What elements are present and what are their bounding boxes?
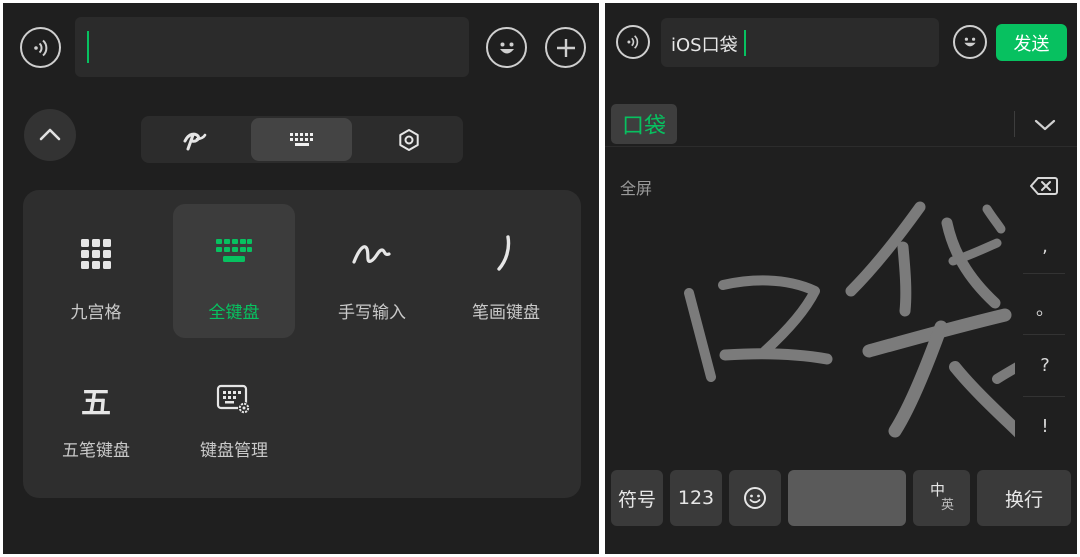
tab-sougou[interactable] — [141, 116, 249, 163]
keyboard-settings-icon — [213, 382, 255, 418]
mode-tab-bar — [141, 116, 463, 163]
chevron-down-icon — [1034, 119, 1056, 131]
option-label: 五笔键盘 — [62, 441, 130, 461]
numbers-key[interactable]: 123 — [670, 470, 722, 526]
fullscreen-button[interactable]: 全屏 — [620, 175, 652, 199]
language-toggle-key[interactable]: 中 英 — [913, 470, 970, 526]
option-label: 键盘管理 — [200, 441, 268, 461]
enter-key[interactable]: 换行 — [977, 470, 1071, 526]
language-toggle-bottom: 英 — [940, 498, 954, 513]
text-caret — [744, 30, 746, 56]
send-button[interactable]: 发送 — [996, 24, 1067, 61]
option-label: 笔画键盘 — [472, 303, 540, 323]
tab-keyboard[interactable] — [251, 118, 352, 161]
expand-candidates-button[interactable] — [1025, 109, 1065, 141]
sougou-logo-icon — [183, 132, 207, 150]
keyboard-switcher-panel: 九宫格 全键盘 手写输入 笔画键盘 五 五笔键盘 键盘管理 — [3, 3, 599, 554]
option-keyboard-management[interactable]: 键盘管理 — [169, 352, 299, 486]
emoji-button[interactable] — [953, 25, 987, 59]
voice-button[interactable] — [616, 25, 650, 59]
voice-icon — [33, 39, 47, 56]
plus-icon — [556, 38, 575, 57]
punctuation-period[interactable]: 。 — [1035, 295, 1055, 321]
language-toggle-top: 中 — [929, 481, 945, 499]
candidate-bar-divider — [605, 146, 1077, 147]
handwriting-canvas[interactable] — [605, 199, 1042, 461]
symbols-key[interactable]: 符号 — [611, 470, 663, 526]
handwriting-strokes — [684, 201, 1042, 455]
input-text: iOS口袋 — [671, 35, 738, 56]
punctuation-separator — [1023, 396, 1065, 397]
space-key[interactable] — [788, 470, 906, 526]
stroke-icon — [491, 230, 521, 276]
hexagon-settings-icon — [399, 128, 419, 151]
full-keyboard-icon — [212, 236, 256, 270]
option-label: 手写输入 — [338, 303, 406, 323]
backspace-button[interactable] — [1025, 173, 1063, 199]
candidate-item[interactable]: 口袋 — [611, 104, 677, 144]
punctuation-separator — [1023, 334, 1065, 335]
nine-grid-icon — [76, 234, 116, 274]
punctuation-question[interactable]: ? — [1035, 355, 1055, 376]
emoji-key[interactable] — [729, 470, 781, 526]
message-input[interactable]: iOS口袋 — [661, 18, 939, 67]
text-caret — [87, 31, 89, 63]
collapse-button[interactable] — [24, 109, 76, 161]
option-label: 全键盘 — [208, 303, 260, 323]
emoji-icon — [744, 487, 766, 509]
handwriting-keyboard-panel: iOS口袋 发送 口袋 全屏 , 。 ? ! 符号 123 中 英 换行 — [605, 3, 1077, 554]
emoji-icon — [964, 37, 976, 47]
message-input[interactable] — [75, 17, 469, 77]
option-label: 九宫格 — [70, 303, 122, 323]
backspace-icon — [1030, 177, 1058, 195]
option-nine-grid[interactable]: 九宫格 — [31, 204, 161, 338]
keyboard-icon — [289, 132, 313, 146]
candidate-divider — [1014, 111, 1015, 137]
option-wubi-keyboard[interactable]: 五 五笔键盘 — [31, 352, 161, 486]
emoji-icon — [499, 42, 514, 53]
voice-icon — [627, 35, 639, 49]
emoji-button[interactable] — [486, 27, 527, 68]
add-button[interactable] — [545, 27, 586, 68]
voice-button[interactable] — [20, 27, 61, 68]
option-handwriting[interactable]: 手写输入 — [307, 204, 437, 338]
option-full-keyboard[interactable]: 全键盘 — [173, 204, 295, 338]
keyboard-options-card: 九宫格 全键盘 手写输入 笔画键盘 五 五笔键盘 键盘管理 — [23, 190, 581, 498]
option-stroke-keyboard[interactable]: 笔画键盘 — [441, 204, 571, 338]
punctuation-separator — [1023, 273, 1065, 274]
punctuation-comma[interactable]: , — [1035, 236, 1055, 257]
tab-settings[interactable] — [355, 116, 463, 163]
handwriting-icon — [347, 236, 397, 272]
wubi-icon: 五 — [81, 386, 111, 421]
chevron-up-icon — [39, 128, 61, 141]
punctuation-exclamation[interactable]: ! — [1035, 416, 1055, 437]
